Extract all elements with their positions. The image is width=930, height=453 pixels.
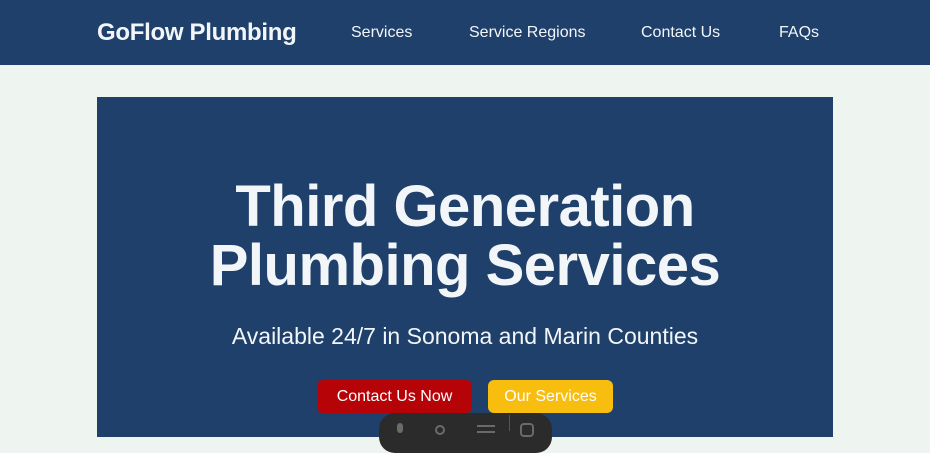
hero-subtitle: Available 24/7 in Sonoma and Marin Count… — [231, 323, 699, 349]
our-services-button[interactable]: Our Services — [488, 380, 613, 413]
toolbar-divider — [509, 415, 510, 431]
floating-toolbar — [379, 413, 552, 453]
nav-link-services[interactable]: Services — [351, 24, 412, 42]
menu-icon[interactable] — [477, 423, 495, 439]
settings-icon[interactable] — [433, 423, 447, 441]
contact-us-now-button[interactable]: Contact Us Now — [317, 380, 472, 413]
nav-link-service-regions[interactable]: Service Regions — [469, 24, 586, 42]
site-header: GoFlow Plumbing Services Service Regions… — [0, 0, 930, 65]
nav-link-faqs[interactable]: FAQs — [779, 24, 819, 42]
nav-link-contact-us[interactable]: Contact Us — [641, 24, 720, 42]
brand-logo-text[interactable]: GoFlow Plumbing — [97, 19, 297, 47]
hero-title: Third Generation Plumbing Services — [97, 177, 833, 295]
hero-title-line-1: Third Generation — [235, 174, 695, 239]
mic-icon[interactable] — [395, 423, 405, 441]
extension-icon[interactable] — [520, 423, 534, 441]
hero-title-line-2: Plumbing Services — [209, 233, 721, 298]
hero-section: Third Generation Plumbing Services Avail… — [97, 97, 833, 437]
